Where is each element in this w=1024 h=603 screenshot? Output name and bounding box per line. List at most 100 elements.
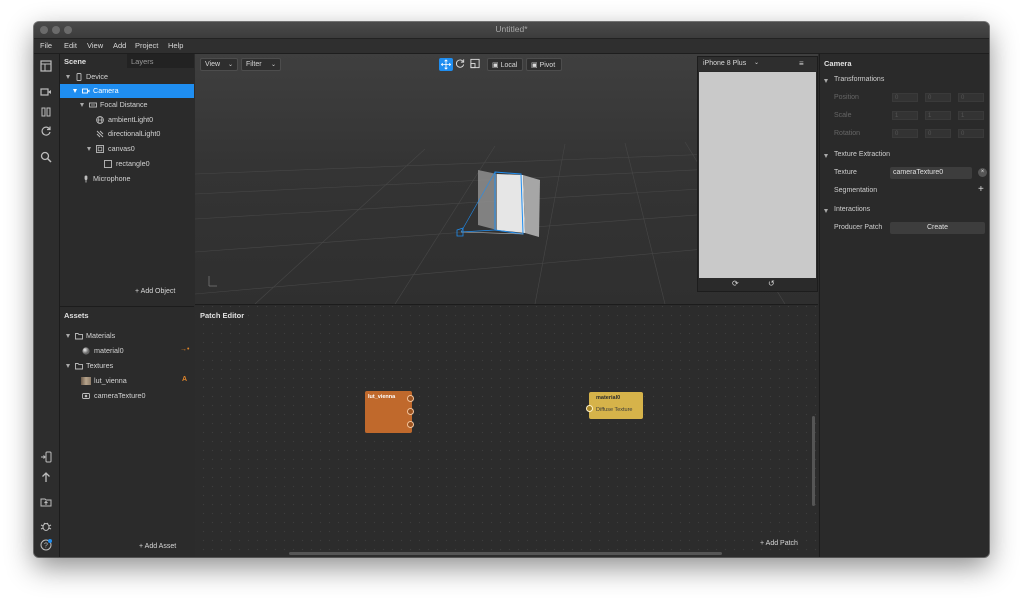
expand-arrow-icon[interactable] [87,147,91,151]
expand-arrow-icon[interactable] [824,209,828,213]
add-asset-button[interactable]: + Add Asset [139,543,176,550]
menu-add[interactable]: Add [113,41,126,50]
pivot-toggle[interactable]: ▣ Pivot [526,58,562,71]
tab-scene[interactable]: Scene [64,57,86,66]
position-z-field[interactable]: 0 [958,93,984,102]
scale-z-field[interactable]: 1 [958,111,984,120]
scale-x-field[interactable]: 1 [892,111,918,120]
patch-editor[interactable]: Patch Editor lut_vienna material0 Diffus… [195,304,818,557]
tool-rail: ? [34,54,60,557]
menu-bar: File Edit View Add Project Help [34,39,989,54]
position-x-field[interactable]: 0 [892,93,918,102]
patch-node-lut-vienna[interactable]: lut_vienna [365,391,414,433]
refresh-icon[interactable] [40,125,52,137]
scale-y-field[interactable]: 1 [925,111,951,120]
create-button[interactable]: Create [890,222,985,234]
directional-light-icon [96,130,104,138]
tree-item-canvas0[interactable]: canvas0 [60,142,194,156]
position-y-field[interactable]: 0 [925,93,951,102]
add-patch-button[interactable]: + Add Patch [760,540,798,547]
segmentation-label: Segmentation [834,187,878,194]
pause-icon[interactable] [40,106,52,118]
canvas-icon [96,145,104,153]
filter-dropdown[interactable]: Filter ⌄ [241,58,281,71]
tab-layers-bg[interactable]: Layers [127,54,194,68]
video-icon[interactable] [40,86,52,98]
menu-view[interactable]: View [87,41,103,50]
menu-file[interactable]: File [40,41,52,50]
clear-texture-icon[interactable]: × [978,168,987,177]
output-port-icon[interactable] [407,395,414,402]
texture-badge: A [182,376,188,383]
input-port-icon[interactable] [586,405,593,412]
menu-edit[interactable]: Edit [64,41,77,50]
asset-folder-materials[interactable]: Materials [60,329,194,343]
phone-icon [75,73,83,81]
tree-item-directionallight0[interactable]: directionalLight0 [60,127,194,141]
move-tool-icon[interactable] [439,58,453,71]
view-dropdown[interactable]: View ⌄ [200,58,238,71]
tab-layers[interactable]: Layers [131,57,154,66]
rotation-y-field[interactable]: 0 [925,129,951,138]
rotate-tool-icon[interactable] [454,58,468,71]
texture-field[interactable]: cameraTexture0 [890,167,972,179]
texture-thumbnail-icon [81,377,91,385]
tree-item-focal-distance[interactable]: Focal Distance [60,98,194,112]
asset-folder-textures[interactable]: Textures [60,359,194,373]
tree-item-camera[interactable]: Camera [60,84,194,98]
export-folder-icon[interactable] [40,496,52,508]
local-toggle[interactable]: ▣ Local [487,58,523,71]
assets-panel: Assets Materials material0 →• Textures l… [60,306,194,557]
device-selector[interactable]: iPhone 8 Plus [703,60,746,67]
expand-arrow-icon[interactable] [66,334,70,338]
bug-report-icon[interactable] [40,520,52,532]
refresh-icon[interactable]: ⟳ [732,279,739,288]
simulator-header: iPhone 8 Plus ⌄ ≡ [698,57,817,71]
simulator-screen[interactable] [699,72,816,278]
camera-texture-icon [82,392,90,400]
asset-item-cameratexture0[interactable]: cameraTexture0 [60,389,194,403]
vertical-scrollbar[interactable] [812,416,815,506]
expand-arrow-icon[interactable] [824,79,828,83]
add-segmentation-icon[interactable]: + [978,184,984,195]
producer-patch-label: Producer Patch [834,224,883,231]
asset-item-lut-vienna[interactable]: lut_vienna A [60,374,194,388]
patch-editor-title: Patch Editor [200,311,245,320]
rotation-label: Rotation [834,130,861,137]
expand-arrow-icon[interactable] [66,364,70,368]
patch-node-material0[interactable]: material0 Diffuse Texture [586,392,643,419]
tree-item-ambientlight0[interactable]: ambientLight0 [60,113,194,127]
menu-project[interactable]: Project [135,41,158,50]
chevron-down-icon[interactable]: ⌄ [754,59,759,66]
menu-help[interactable]: Help [168,41,183,50]
tree-item-device[interactable]: Device [60,70,194,84]
scene-tab-bar: Scene Layers [60,54,194,68]
expand-arrow-icon[interactable] [80,103,84,107]
window-title: Untitled* [495,24,528,34]
rotation-x-field[interactable]: 0 [892,129,918,138]
tree-item-microphone[interactable]: Microphone [60,172,194,186]
add-object-button[interactable]: + Add Object [135,288,175,295]
zoom-icon[interactable] [40,151,52,163]
rotation-z-field[interactable]: 0 [958,129,984,138]
output-port-icon[interactable] [407,421,414,428]
rotate-device-icon[interactable]: ↺ [768,279,775,288]
asset-item-material0[interactable]: material0 →• [60,344,194,358]
send-to-device-icon[interactable] [40,451,52,463]
assets-title: Assets [64,311,89,320]
scale-tool-icon[interactable] [469,58,483,71]
help-icon[interactable]: ? [40,539,52,551]
expand-arrow-icon[interactable] [824,154,828,158]
tree-item-rectangle0[interactable]: rectangle0 [60,157,194,171]
upload-icon[interactable] [40,471,52,483]
camera-icon [82,87,90,95]
output-port-icon[interactable] [407,408,414,415]
menu-icon[interactable]: ≡ [799,59,804,68]
expand-arrow-icon[interactable] [66,75,70,79]
rectangle-icon [104,160,112,168]
layout-icon[interactable] [40,60,52,72]
microphone-icon [82,175,90,183]
horizontal-scrollbar[interactable] [289,552,722,555]
node-title: lut_vienna [368,394,396,400]
expand-arrow-icon[interactable] [73,89,77,93]
